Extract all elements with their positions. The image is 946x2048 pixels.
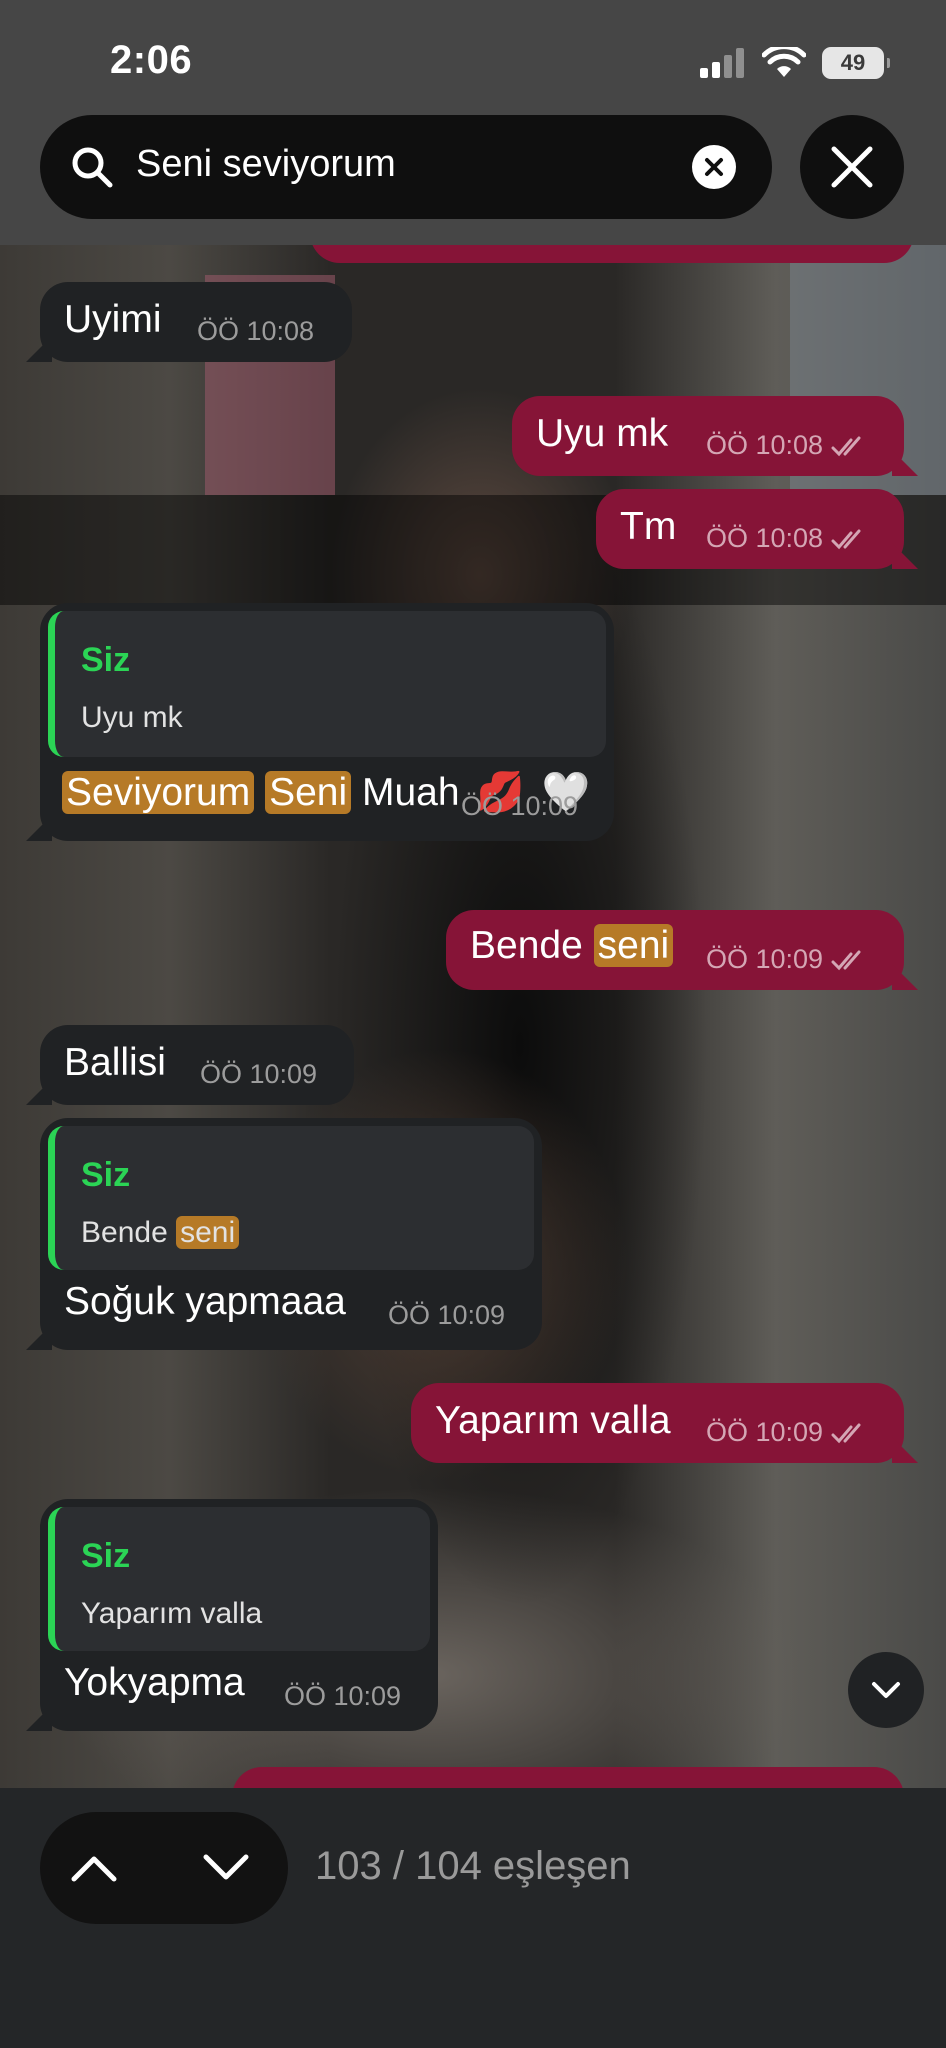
quote-text: Bende seni bbox=[81, 1216, 240, 1250]
message-text: Uyu mk bbox=[536, 412, 669, 455]
bubble-tail bbox=[26, 1324, 52, 1350]
reply-quote[interactable]: Siz Bende seni bbox=[48, 1126, 534, 1270]
message-text: Ballisi bbox=[64, 1041, 166, 1084]
message-time: ÖÖ 10:09 bbox=[706, 1417, 867, 1448]
bubble-tail bbox=[892, 450, 918, 476]
wifi-icon bbox=[762, 47, 806, 77]
message-text: Uyimi bbox=[64, 298, 162, 341]
message-bubble-incoming[interactable]: Uyimi ÖÖ 10:08 bbox=[26, 282, 352, 362]
quote-text: Uyu mk bbox=[81, 701, 183, 734]
message-bubble-incoming-reply[interactable]: Siz Bende seni Soğuk yapmaaa ÖÖ 10:09 bbox=[26, 1118, 542, 1350]
next-match-button[interactable] bbox=[192, 1834, 260, 1902]
search-highlight: seni bbox=[176, 1216, 240, 1249]
message-bubble-outgoing[interactable]: Uyu mk ÖÖ 10:08 bbox=[512, 396, 918, 476]
message-time: ÖÖ 10:09 bbox=[706, 944, 867, 975]
bubble-tail bbox=[892, 1437, 918, 1463]
double-check-icon bbox=[831, 1423, 861, 1444]
message-time: ÖÖ 10:09 bbox=[200, 1059, 318, 1089]
chevron-down-icon bbox=[203, 1854, 249, 1880]
previous-match-button[interactable] bbox=[60, 1834, 128, 1902]
chevron-down-icon bbox=[872, 1682, 900, 1698]
message-time: ÖÖ 10:08 bbox=[706, 430, 867, 461]
chevron-up-icon bbox=[71, 1856, 117, 1882]
bubble-tail bbox=[26, 1079, 52, 1105]
quote-author: Siz bbox=[81, 1156, 131, 1194]
quote-text: Yaparım valla bbox=[81, 1597, 263, 1630]
search-icon bbox=[72, 147, 113, 188]
double-check-icon bbox=[831, 436, 861, 457]
message-text: Bende seni bbox=[470, 924, 674, 968]
clear-icon bbox=[705, 158, 723, 176]
status-icons: 49 bbox=[700, 46, 890, 80]
message-bubble-outgoing[interactable]: Bende seni ÖÖ 10:09 bbox=[446, 910, 918, 990]
battery-icon: 49 bbox=[822, 47, 890, 79]
match-count: 103 / 104 eşleşen bbox=[315, 1844, 631, 1888]
message-time: ÖÖ 10:08 bbox=[197, 316, 315, 346]
search-input[interactable]: Seni seviyorum bbox=[136, 143, 396, 186]
bubble-tail bbox=[26, 336, 52, 362]
message-time: ÖÖ 10:09 bbox=[284, 1681, 402, 1711]
search-results-bar: 103 / 104 eşleşen bbox=[0, 1788, 946, 2048]
message-bubble-incoming[interactable]: Ballisi ÖÖ 10:09 bbox=[26, 1025, 354, 1105]
message-text: Tm bbox=[620, 505, 677, 548]
search-field[interactable]: Seni seviyorum bbox=[40, 115, 772, 219]
bubble-tail bbox=[26, 815, 52, 841]
bubble-tail bbox=[892, 964, 918, 990]
message-text: Yokyapma bbox=[64, 1661, 245, 1704]
message-time: ÖÖ 10:09 bbox=[388, 1300, 506, 1330]
message-text: Yaparım valla bbox=[435, 1399, 671, 1442]
status-time: 2:06 bbox=[110, 38, 193, 82]
signal-icon bbox=[700, 48, 744, 78]
search-highlight: Seni bbox=[265, 771, 352, 814]
double-check-icon bbox=[831, 529, 861, 550]
double-check-icon bbox=[831, 950, 861, 971]
message-bubble-incoming-reply[interactable]: Siz Yaparım valla Yokyapma ÖÖ 10:09 bbox=[26, 1499, 438, 1731]
quote-author: Siz bbox=[81, 641, 131, 679]
close-search-button[interactable] bbox=[800, 115, 904, 219]
close-icon bbox=[831, 146, 873, 188]
search-header: 2:06 49 Seni seviyorum bbox=[0, 0, 946, 245]
search-highlight: Seviyorum bbox=[62, 771, 255, 814]
message-bubble-partial bbox=[310, 245, 914, 263]
clear-search-button[interactable] bbox=[692, 145, 736, 189]
message-text: Soğuk yapmaaa bbox=[64, 1280, 346, 1323]
bubble-tail bbox=[26, 1705, 52, 1731]
message-bubble-outgoing[interactable]: Yaparım valla ÖÖ 10:09 bbox=[411, 1383, 918, 1463]
scroll-to-bottom-button[interactable] bbox=[848, 1652, 924, 1728]
message-time: ÖÖ 10:08 bbox=[706, 523, 867, 554]
chat-area[interactable]: Uyimi ÖÖ 10:08 Uyu mk ÖÖ 10:08 Tm ÖÖ 10:… bbox=[0, 245, 946, 1788]
reply-quote[interactable]: Siz Yaparım valla bbox=[48, 1507, 430, 1651]
message-bubble-partial bbox=[232, 1767, 904, 1788]
reply-quote[interactable]: Siz Uyu mk bbox=[48, 611, 606, 757]
search-highlight: seni bbox=[593, 924, 674, 967]
bubble-tail bbox=[892, 543, 918, 569]
message-bubble-incoming-reply[interactable]: Siz Uyu mk Seviyorum Seni Muah 💋 🤍 ÖÖ 10… bbox=[26, 603, 614, 841]
message-time: ÖÖ 10:09 bbox=[461, 791, 579, 821]
message-bubble-outgoing[interactable]: Tm ÖÖ 10:08 bbox=[596, 489, 918, 569]
quote-author: Siz bbox=[81, 1537, 131, 1575]
match-navigation bbox=[40, 1812, 288, 1924]
